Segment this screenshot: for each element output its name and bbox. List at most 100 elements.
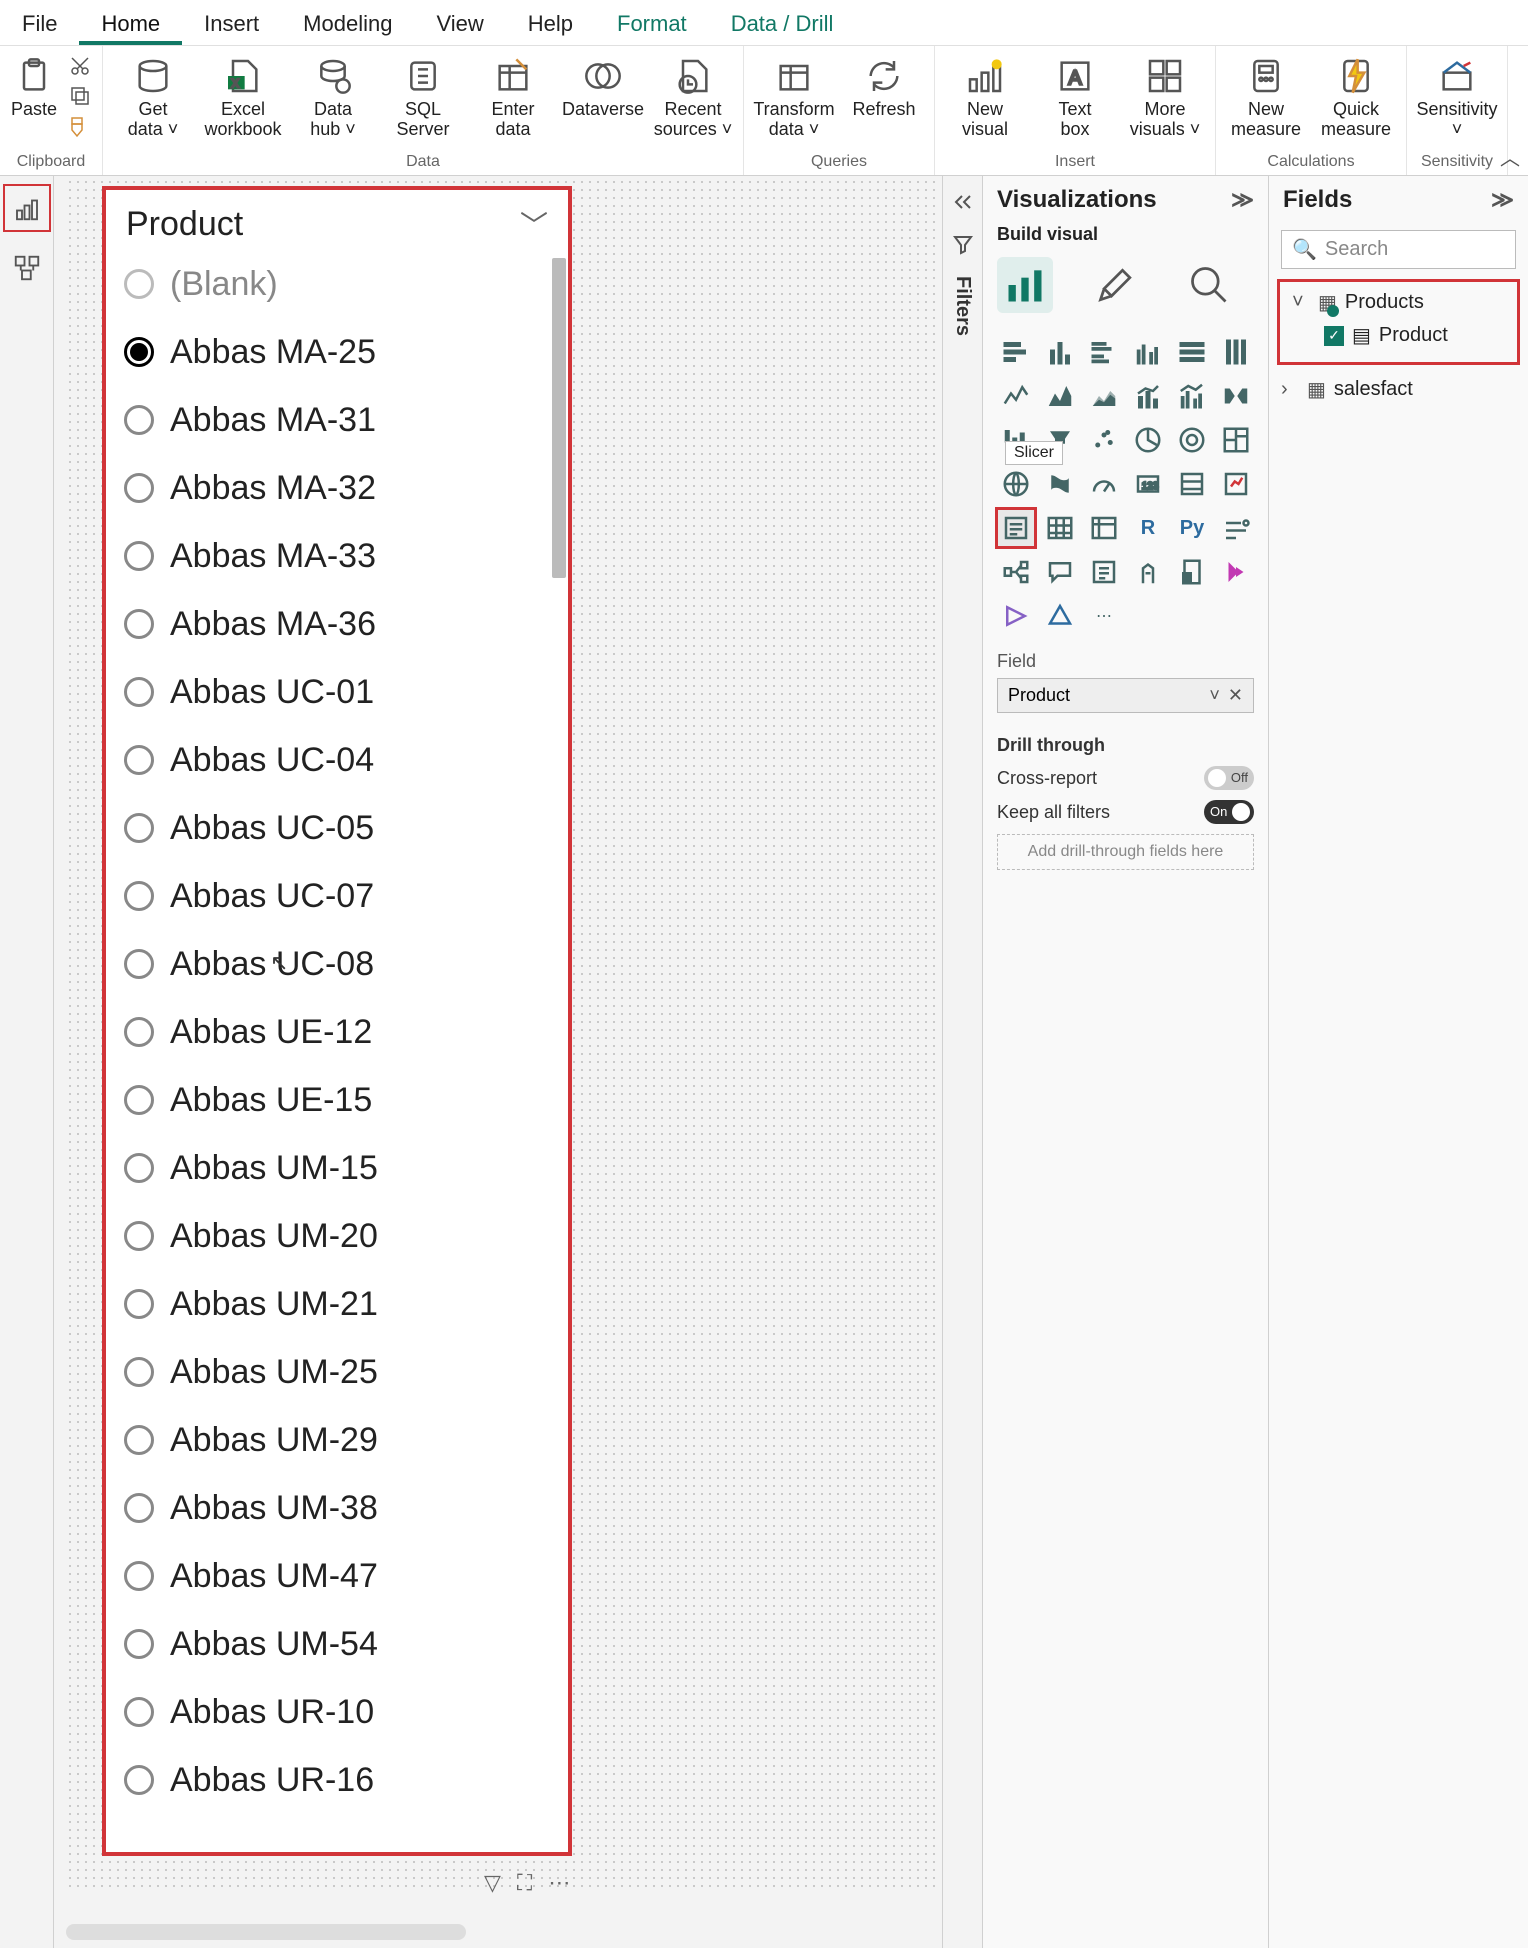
power-automate-icon[interactable]: [997, 597, 1035, 635]
format-visual-mode[interactable]: [1089, 257, 1145, 313]
more-visuals-icon[interactable]: ⋯: [1085, 597, 1123, 635]
tab-datadrill[interactable]: Data / Drill: [709, 1, 856, 45]
slicer-item[interactable]: Abbas UM-38: [124, 1474, 568, 1542]
cut-button[interactable]: [66, 52, 94, 80]
multirow-card-icon[interactable]: [1173, 465, 1211, 503]
qa-visual-icon[interactable]: [1041, 553, 1079, 591]
slicer-item[interactable]: Abbas UE-12: [124, 998, 568, 1066]
collapse-ribbon-button[interactable]: ︿: [1500, 142, 1520, 171]
tab-home[interactable]: Home: [79, 1, 182, 45]
text-box-button[interactable]: AText box: [1031, 50, 1119, 140]
analytics-mode[interactable]: [1181, 257, 1237, 313]
sensitivity-button[interactable]: Sensitivity ˅: [1413, 50, 1501, 140]
tab-view[interactable]: View: [414, 1, 505, 45]
tab-file[interactable]: File: [0, 1, 79, 45]
filter-visual-icon[interactable]: ▽: [484, 1870, 501, 1896]
gauge-icon[interactable]: [1085, 465, 1123, 503]
new-visual-button[interactable]: New visual: [941, 50, 1029, 140]
expand-filters-icon[interactable]: [949, 188, 977, 216]
collapse-viz-pane-icon[interactable]: ≫: [1231, 187, 1254, 213]
dataverse-button[interactable]: Dataverse: [559, 50, 647, 120]
drill-through-dropzone[interactable]: Add drill-through fields here: [997, 834, 1254, 870]
powerapps-icon[interactable]: [1217, 553, 1255, 591]
slicer-item[interactable]: Abbas UM-25: [124, 1338, 568, 1406]
slicer-item[interactable]: Abbas UC-08: [124, 930, 568, 998]
slicer-item[interactable]: Abbas UE-15: [124, 1066, 568, 1134]
cross-report-toggle[interactable]: Off: [1204, 766, 1254, 790]
line-stacked-column-icon[interactable]: [1129, 377, 1167, 415]
azure-map-icon[interactable]: [1041, 597, 1079, 635]
slicer-item[interactable]: Abbas MA-31: [124, 386, 568, 454]
filters-icon[interactable]: [949, 230, 977, 258]
table-row-products[interactable]: ˅ ▦ Products: [1290, 286, 1507, 319]
slicer-item[interactable]: Abbas MA-33: [124, 522, 568, 590]
keep-filters-toggle[interactable]: On: [1204, 800, 1254, 824]
python-visual-icon[interactable]: Py: [1173, 509, 1211, 547]
get-data-button[interactable]: Get data ˅: [109, 50, 197, 140]
slicer-item[interactable]: Abbas UM-20: [124, 1202, 568, 1270]
tab-help[interactable]: Help: [506, 1, 595, 45]
paginated-report-icon[interactable]: [1173, 553, 1211, 591]
slicer-visual[interactable]: Product ﹀ (Blank)Abbas MA-25Abbas MA-31A…: [102, 186, 572, 1856]
scatter-icon[interactable]: [1085, 421, 1123, 459]
kpi-icon[interactable]: [1217, 465, 1255, 503]
slicer-item[interactable]: (Blank): [124, 250, 568, 318]
enter-data-button[interactable]: Enter data: [469, 50, 557, 140]
more-visuals-button[interactable]: More visuals ˅: [1121, 50, 1209, 140]
paste-button[interactable]: Paste: [6, 50, 62, 120]
card-icon[interactable]: 123: [1129, 465, 1167, 503]
model-view-button[interactable]: [3, 244, 51, 292]
key-influencers-icon[interactable]: [1217, 509, 1255, 547]
slicer-item[interactable]: Abbas UM-54: [124, 1610, 568, 1678]
table-row-salesfact[interactable]: › ▦ salesfact: [1279, 373, 1518, 406]
decomposition-tree-icon[interactable]: [997, 553, 1035, 591]
format-painter-button[interactable]: [66, 112, 94, 140]
area-chart-icon[interactable]: [1041, 377, 1079, 415]
tab-insert[interactable]: Insert: [182, 1, 281, 45]
pie-icon[interactable]: [1129, 421, 1167, 459]
line-chart-icon[interactable]: [997, 377, 1035, 415]
slicer-item[interactable]: Abbas MA-32: [124, 454, 568, 522]
slicer-item[interactable]: Abbas UR-16: [124, 1746, 568, 1814]
field-row-product[interactable]: ✓ ▤ Product: [1290, 319, 1507, 352]
slicer-item[interactable]: Abbas UC-05: [124, 794, 568, 862]
100-stacked-column-icon[interactable]: [1217, 333, 1255, 371]
report-canvas[interactable]: Product ﹀ (Blank)Abbas MA-25Abbas MA-31A…: [54, 176, 942, 1948]
fields-search-input[interactable]: 🔍 Search: [1281, 230, 1516, 269]
field-checkbox-product[interactable]: ✓: [1324, 326, 1344, 346]
transform-data-button[interactable]: Transform data ˅: [750, 50, 838, 140]
filled-map-icon[interactable]: [1041, 465, 1079, 503]
smart-narrative-icon[interactable]: [1085, 553, 1123, 591]
recent-sources-button[interactable]: Recent sources ˅: [649, 50, 737, 140]
build-visual-mode[interactable]: [997, 257, 1053, 313]
slicer-item[interactable]: Abbas UM-47: [124, 1542, 568, 1610]
field-chip-product[interactable]: Product ˅✕: [997, 678, 1254, 713]
sql-server-button[interactable]: SQL Server: [379, 50, 467, 140]
slicer-item[interactable]: Abbas UC-07: [124, 862, 568, 930]
stacked-column-icon[interactable]: [1041, 333, 1079, 371]
slicer-list[interactable]: (Blank)Abbas MA-25Abbas MA-31Abbas MA-32…: [106, 250, 568, 1852]
treemap-icon[interactable]: [1217, 421, 1255, 459]
quick-measure-button[interactable]: Quick measure: [1312, 50, 1400, 140]
slicer-item[interactable]: Abbas MA-36: [124, 590, 568, 658]
clustered-bar-icon[interactable]: [1085, 333, 1123, 371]
slicer-item[interactable]: Abbas UM-29: [124, 1406, 568, 1474]
new-measure-button[interactable]: New measure: [1222, 50, 1310, 140]
slicer-item[interactable]: Abbas UC-01: [124, 658, 568, 726]
stacked-bar-icon[interactable]: [997, 333, 1035, 371]
donut-icon[interactable]: [1173, 421, 1211, 459]
data-hub-button[interactable]: Data hub ˅: [289, 50, 377, 140]
focus-mode-icon[interactable]: ⛶: [517, 1870, 532, 1896]
clustered-column-icon[interactable]: [1129, 333, 1167, 371]
ribbon-chart-icon[interactable]: [1217, 377, 1255, 415]
slicer-icon[interactable]: [997, 509, 1035, 547]
field-chip-dropdown-icon[interactable]: ˅: [1209, 685, 1220, 706]
r-visual-icon[interactable]: R: [1129, 509, 1167, 547]
refresh-button[interactable]: Refresh: [840, 50, 928, 120]
collapse-fields-pane-icon[interactable]: ≫: [1491, 187, 1514, 213]
stacked-area-icon[interactable]: [1085, 377, 1123, 415]
canvas-horizontal-scrollbar[interactable]: [66, 1924, 466, 1940]
map-icon[interactable]: Slicer: [997, 465, 1035, 503]
excel-workbook-button[interactable]: XExcel workbook: [199, 50, 287, 140]
100-stacked-bar-icon[interactable]: [1173, 333, 1211, 371]
